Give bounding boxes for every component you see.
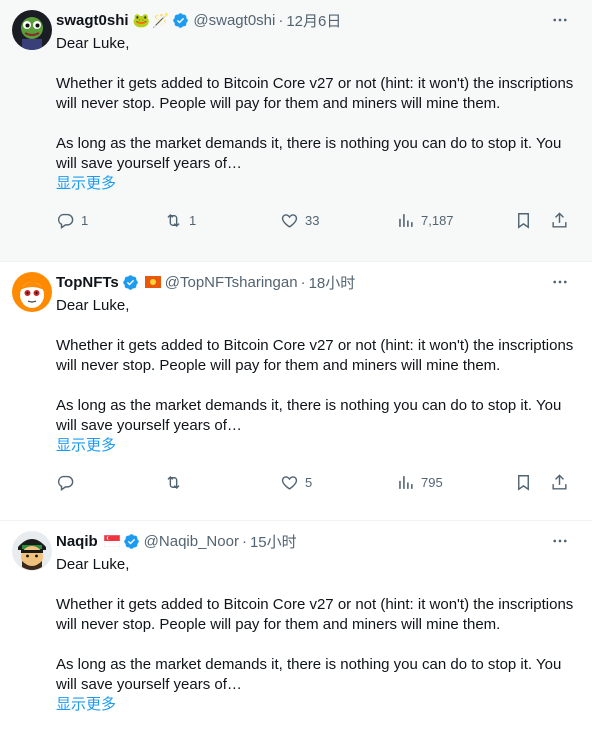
- bookmark-icon: [518, 474, 529, 491]
- retweet-button[interactable]: 1: [164, 211, 280, 230]
- avatar-column: [12, 531, 56, 732]
- retweet-icon: [167, 213, 180, 227]
- bookmark-button[interactable]: [514, 211, 550, 230]
- tweet-line: Dear Luke,: [56, 35, 130, 52]
- retweet-button[interactable]: [164, 473, 280, 492]
- show-more-link[interactable]: 显示更多: [56, 695, 580, 715]
- display-name[interactable]: TopNFTs: [56, 274, 119, 291]
- like-button[interactable]: 33: [280, 211, 396, 230]
- verified-badge-icon: [173, 12, 189, 28]
- avatar-column: [12, 272, 56, 520]
- more-icon[interactable]: [550, 10, 570, 30]
- view-count: 7,187: [421, 212, 454, 228]
- singapore-flag-icon: [103, 535, 120, 547]
- tweet-line: As long as the market demands it, there …: [56, 135, 562, 172]
- separator-dot: ·: [278, 11, 284, 29]
- bookmark-button[interactable]: [514, 473, 550, 492]
- avatar-column: [12, 10, 56, 261]
- share-icon: [552, 211, 567, 228]
- tweet-body: Naqib @Naqib_Noor · 15小时 Dear Luke, Whet…: [56, 531, 580, 732]
- reply-count: 1: [81, 212, 89, 228]
- tweet-header: Naqib @Naqib_Noor · 15小时: [56, 531, 580, 551]
- view-count: 795: [421, 474, 443, 490]
- user-handle[interactable]: @Naqib_Noor: [144, 533, 239, 550]
- reply-button[interactable]: [56, 473, 164, 492]
- action-bar: 1 1 33 7,187: [56, 194, 576, 246]
- reply-icon: [57, 213, 74, 229]
- name-emojis: 🐸 🪄: [133, 12, 170, 29]
- tweet-header: TopNFTs @TopNFTsharingan · 18小时: [56, 272, 580, 292]
- tweet-body: swagt0shi 🐸 🪄 @swagt0shi · 12月6日 Dear Lu…: [56, 10, 580, 261]
- heart-icon: [281, 475, 298, 490]
- timestamp[interactable]: 15小时: [250, 531, 297, 552]
- tweet-text: Dear Luke, Whether it gets added to Bitc…: [56, 34, 580, 174]
- tweet-line: As long as the market demands it, there …: [56, 656, 562, 693]
- timestamp[interactable]: 18小时: [309, 272, 356, 293]
- tweet-line: Whether it gets added to Bitcoin Core v2…: [56, 337, 574, 374]
- tweet-line: Dear Luke,: [56, 297, 130, 314]
- tweet-line: As long as the market demands it, there …: [56, 397, 562, 434]
- like-button[interactable]: 5: [280, 473, 396, 492]
- tweet-text: Dear Luke, Whether it gets added to Bitc…: [56, 296, 580, 436]
- wand-emoji: 🪄: [151, 11, 170, 28]
- action-bar: 5 795: [56, 456, 576, 508]
- verified-badge-icon: [123, 533, 139, 549]
- more-icon[interactable]: [550, 531, 570, 551]
- user-handle[interactable]: @TopNFTsharingan: [165, 274, 298, 291]
- reply-icon: [57, 475, 74, 491]
- tweet-text: Dear Luke, Whether it gets added to Bitc…: [56, 555, 580, 695]
- separator-dot: ·: [300, 273, 306, 291]
- separator-dot: ·: [241, 532, 247, 550]
- tweet[interactable]: swagt0shi 🐸 🪄 @swagt0shi · 12月6日 Dear Lu…: [0, 0, 592, 262]
- more-icon[interactable]: [550, 272, 570, 292]
- retweet-icon: [167, 475, 180, 489]
- show-more-link[interactable]: 显示更多: [56, 174, 580, 194]
- tweet-header: swagt0shi 🐸 🪄 @swagt0shi · 12月6日: [56, 10, 580, 30]
- tweet-line: Whether it gets added to Bitcoin Core v2…: [56, 596, 574, 633]
- tweet-line: Whether it gets added to Bitcoin Core v2…: [56, 75, 574, 112]
- display-name[interactable]: Naqib: [56, 533, 98, 550]
- like-count: 5: [305, 474, 313, 490]
- tweet[interactable]: Naqib @Naqib_Noor · 15小时 Dear Luke, Whet…: [0, 521, 592, 732]
- tweet-feed: swagt0shi 🐸 🪄 @swagt0shi · 12月6日 Dear Lu…: [0, 0, 592, 732]
- views-button[interactable]: 795: [396, 473, 514, 492]
- bookmark-icon: [518, 212, 529, 229]
- views-icon: [399, 213, 413, 227]
- share-icon: [552, 473, 567, 490]
- avatar[interactable]: [12, 10, 52, 50]
- tweet-body: TopNFTs @TopNFTsharingan · 18小时 Dear Luk…: [56, 272, 580, 520]
- tweet-line: Dear Luke,: [56, 556, 130, 573]
- retweet-count: 1: [189, 212, 197, 228]
- verified-badge-icon: [123, 274, 138, 290]
- share-button[interactable]: [550, 473, 569, 492]
- display-name[interactable]: swagt0shi: [56, 12, 129, 29]
- frog-emoji: 🐸: [132, 11, 150, 28]
- views-icon: [399, 475, 413, 489]
- orange-badge-icon: [144, 276, 161, 288]
- avatar[interactable]: [12, 531, 52, 571]
- tweet[interactable]: TopNFTs @TopNFTsharingan · 18小时 Dear Luk…: [0, 262, 592, 521]
- timestamp[interactable]: 12月6日: [286, 10, 341, 31]
- like-count: 33: [305, 212, 320, 228]
- user-handle[interactable]: @swagt0shi: [193, 12, 275, 29]
- share-button[interactable]: [550, 211, 569, 230]
- show-more-link[interactable]: 显示更多: [56, 436, 580, 456]
- heart-icon: [281, 213, 298, 228]
- views-button[interactable]: 7,187: [396, 211, 514, 230]
- reply-button[interactable]: 1: [56, 211, 164, 230]
- avatar[interactable]: [12, 272, 52, 312]
